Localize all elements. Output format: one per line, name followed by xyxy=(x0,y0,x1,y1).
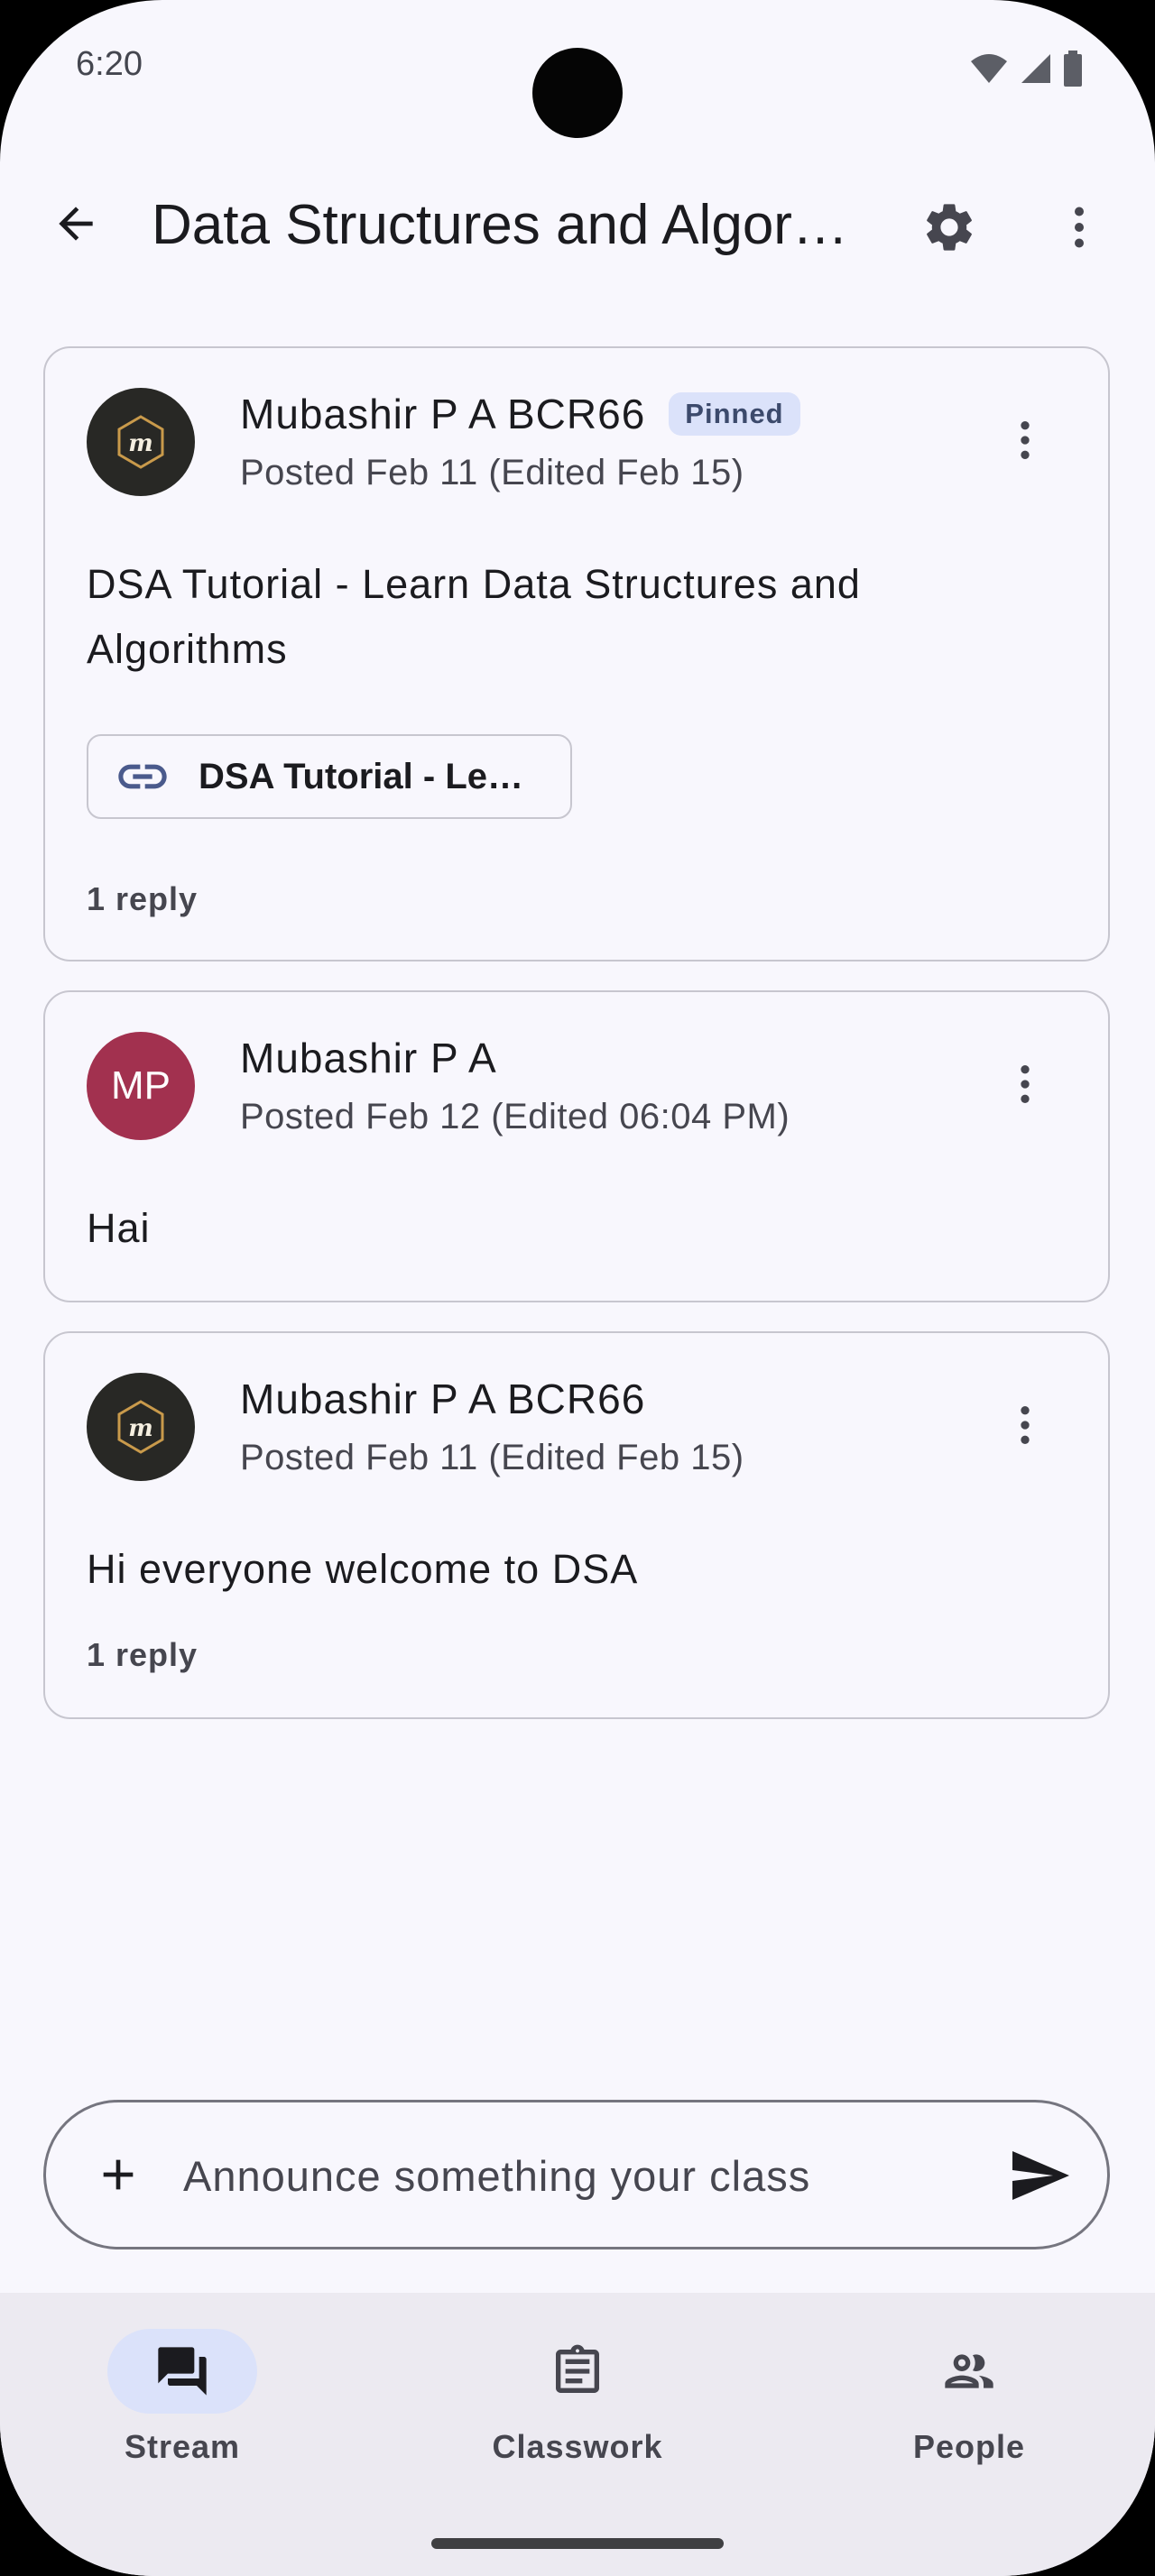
settings-button[interactable] xyxy=(913,191,985,263)
people-icon xyxy=(945,2354,993,2388)
wifi-icon xyxy=(969,52,1009,89)
send-button[interactable] xyxy=(999,2135,1080,2216)
overflow-menu-button[interactable] xyxy=(1043,191,1115,263)
link-attachment-label: DSA Tutorial - Le… xyxy=(199,756,523,796)
nav-icon-container xyxy=(503,2329,652,2414)
post-timestamp: Posted Feb 12 (Edited 06:04 PM) xyxy=(240,1097,790,1136)
classwork-icon xyxy=(556,2344,599,2393)
post-body: Hi everyone welcome to DSA xyxy=(87,1546,639,1592)
post-card[interactable]: m Mubashir P A BCR66 Posted Feb 11 (Edit… xyxy=(43,1331,1110,1719)
post-author: Mubashir P A BCR66 xyxy=(240,391,646,437)
status-time: 6:20 xyxy=(76,45,143,83)
post-body: DSA Tutorial - Learn Data Structures and… xyxy=(87,561,861,672)
post-timestamp: Posted Feb 11 (Edited Feb 15) xyxy=(240,1438,744,1477)
more-vert-icon xyxy=(1021,421,1030,459)
back-button[interactable] xyxy=(43,191,108,256)
post-card[interactable]: MP Mubashir P A Posted Feb 12 (Edited 06… xyxy=(43,990,1110,1302)
post-body: Hai xyxy=(87,1205,151,1251)
send-icon xyxy=(1012,2151,1069,2200)
avatar[interactable]: m xyxy=(87,388,195,496)
svg-text:m: m xyxy=(128,1415,153,1442)
author-row: Mubashir P A BCR66 Pinned xyxy=(240,390,800,438)
battery-icon xyxy=(1063,51,1083,91)
author-row: Mubashir P A BCR66 xyxy=(240,1375,645,1423)
reply-count[interactable]: 1 reply xyxy=(87,880,198,918)
arrow-back-icon xyxy=(59,207,93,241)
status-icons xyxy=(969,51,1083,91)
nav-item-stream[interactable]: Stream xyxy=(47,2329,318,2466)
nav-item-classwork[interactable]: Classwork xyxy=(442,2329,713,2466)
gesture-navigation-bar[interactable] xyxy=(431,2538,724,2549)
svg-text:m: m xyxy=(128,430,153,457)
pinned-badge: Pinned xyxy=(669,392,800,436)
nav-label-classwork: Classwork xyxy=(492,2428,663,2465)
link-attachment-chip[interactable]: DSA Tutorial - Le… xyxy=(87,734,572,819)
stream-icon xyxy=(158,2347,207,2396)
logo-avatar-icon: m xyxy=(117,1400,164,1454)
post-menu-button[interactable] xyxy=(998,413,1052,467)
avatar[interactable]: m xyxy=(87,1373,195,1481)
link-icon xyxy=(118,764,167,789)
phone-screen: 6:20 Data Structures and Algor… m Mubash… xyxy=(0,0,1155,2576)
plus-icon xyxy=(103,2159,134,2190)
reply-count[interactable]: 1 reply xyxy=(87,1636,198,1674)
add-attachment-button[interactable] xyxy=(82,2139,154,2211)
post-timestamp: Posted Feb 11 (Edited Feb 15) xyxy=(240,453,744,492)
bottom-navigation: Stream Classwork People xyxy=(0,2293,1155,2576)
post-author: Mubashir P A BCR66 xyxy=(240,1375,646,1422)
nav-item-people[interactable]: People xyxy=(834,2329,1104,2466)
nav-icon-container xyxy=(894,2329,1044,2414)
nav-active-indicator xyxy=(107,2329,257,2414)
post-author: Mubashir P A xyxy=(240,1035,497,1081)
more-vert-icon xyxy=(1021,1406,1030,1444)
camera-cutout xyxy=(532,48,623,138)
gear-icon xyxy=(927,204,972,251)
announce-input[interactable] xyxy=(181,2139,952,2213)
page-title: Data Structures and Algor… xyxy=(152,194,848,256)
post-card[interactable]: m Mubashir P A BCR66 Pinned Posted Feb 1… xyxy=(43,346,1110,961)
signal-icon xyxy=(1020,52,1052,89)
avatar[interactable]: MP xyxy=(87,1032,195,1140)
post-menu-button[interactable] xyxy=(998,1057,1052,1111)
post-menu-button[interactable] xyxy=(998,1398,1052,1452)
announce-compose-bar xyxy=(43,2100,1110,2249)
avatar-initials: MP xyxy=(111,1063,171,1108)
nav-label-people: People xyxy=(912,2428,1026,2465)
author-row: Mubashir P A xyxy=(240,1034,497,1082)
more-vert-icon xyxy=(1021,1065,1030,1103)
nav-label-stream: Stream xyxy=(124,2428,241,2465)
more-vert-icon xyxy=(1075,207,1084,248)
logo-avatar-icon: m xyxy=(117,415,164,469)
